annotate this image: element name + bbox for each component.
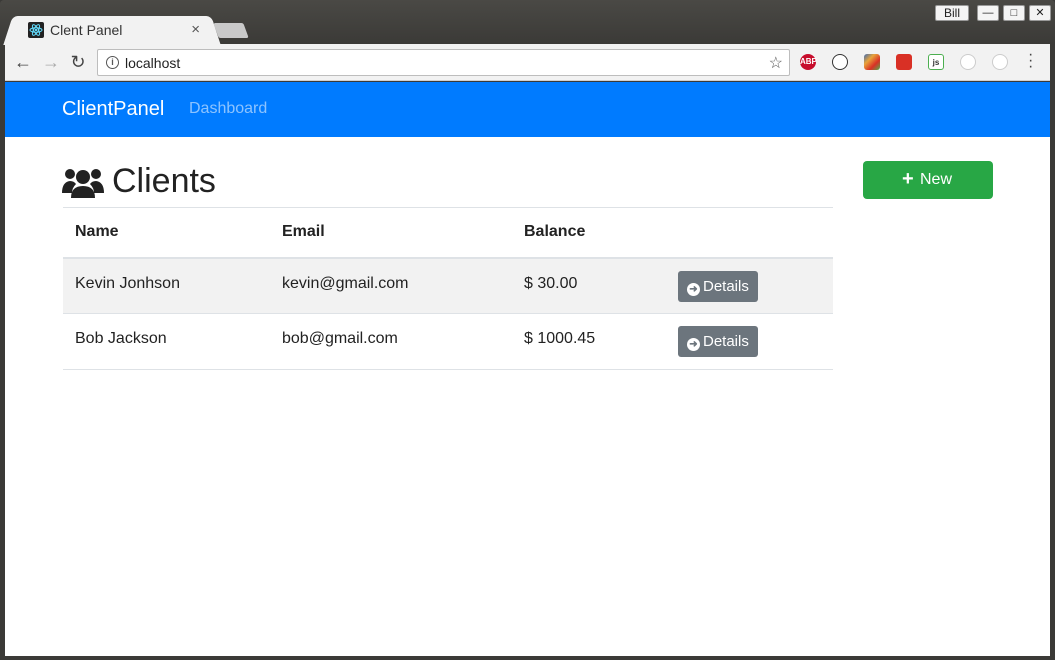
details-button[interactable]: ➜ Details [678,326,758,357]
tab-close-icon[interactable]: × [191,21,200,38]
web-page: ClientPanel Dashboard Clients + New Name [5,82,1050,656]
client-actions: ➜ Details [666,314,833,370]
nav-link-dashboard[interactable]: Dashboard [189,100,267,118]
clients-table: Name Email Balance Kevin Jonhson kevin@g… [63,207,833,370]
red-extension-icon[interactable] [896,54,912,70]
column-header-actions [666,208,833,258]
close-icon[interactable]: ✕ [1029,5,1051,21]
browser-toolbar: ← → ↻ i localhost ☆ ABP js · · · [5,44,1050,81]
table-row: Kevin Jonhson kevin@gmail.com $ 30.00 ➜ D… [63,257,833,314]
client-name: Kevin Jonhson [75,274,180,292]
app-navbar: ClientPanel Dashboard [5,82,1050,137]
tab-title: Clent Panel [50,22,123,38]
column-header-name: Name [75,223,119,241]
column-header-email: Email [282,223,325,241]
client-balance: $ 1000.45 [524,330,596,347]
sync-extension-icon[interactable] [832,54,848,70]
reload-icon[interactable]: ↻ [68,52,88,72]
browser-window: Clent Panel × Bill — □ ✕ ← → ↻ i localho… [0,0,1055,660]
arrow-circle-right-icon: ➜ [687,282,700,296]
details-button-label: Details [703,277,749,295]
new-button-label: New [920,171,953,188]
column-header-balance: Balance [524,223,586,241]
react-logo-icon [28,22,44,38]
adblock-plus-icon[interactable]: ABP [800,54,817,70]
js-extension-icon[interactable]: js [928,54,944,70]
client-name: Bob Jackson [75,330,167,347]
new-tab-button[interactable] [213,23,249,38]
client-actions: ➜ Details [666,258,833,314]
colorful-extension-icon[interactable] [864,54,880,70]
info-icon[interactable]: i [106,56,119,69]
feather-extension-icon[interactable] [992,54,1008,70]
address-bar[interactable]: i localhost ☆ [97,49,790,76]
arrow-circle-right-icon: ➜ [687,338,700,351]
navbar-brand[interactable]: ClientPanel [62,98,164,121]
page-title: Clients [112,162,216,200]
users-icon [62,169,104,198]
url-text[interactable]: localhost [125,55,180,71]
bookmark-star-icon[interactable]: ☆ [769,53,783,73]
details-button-label: Details [703,333,749,350]
profile-button[interactable]: Bill [935,5,969,21]
clock-extension-icon[interactable] [960,54,976,70]
minimize-icon[interactable]: — [977,5,999,21]
client-email: bob@gmail.com [282,330,398,347]
client-email: kevin@gmail.com [282,274,409,292]
plus-icon: + [902,168,914,190]
browser-menu-icon[interactable]: · · · [1028,47,1033,75]
details-button[interactable]: ➜ Details [678,270,758,302]
forward-arrow-icon[interactable]: → [41,52,61,72]
new-client-button[interactable]: + New [863,161,993,199]
client-balance: $ 30.00 [524,274,578,292]
table-header-row: Name Email Balance [63,207,833,258]
browser-tab[interactable]: Clent Panel × [16,16,208,45]
title-bar: Clent Panel × Bill — □ ✕ [0,0,1055,45]
back-arrow-icon[interactable]: ← [13,52,33,72]
maximize-icon[interactable]: □ [1003,5,1025,21]
table-row: Bob Jackson bob@gmail.com $ 1000.45 ➜ Det… [63,314,833,370]
